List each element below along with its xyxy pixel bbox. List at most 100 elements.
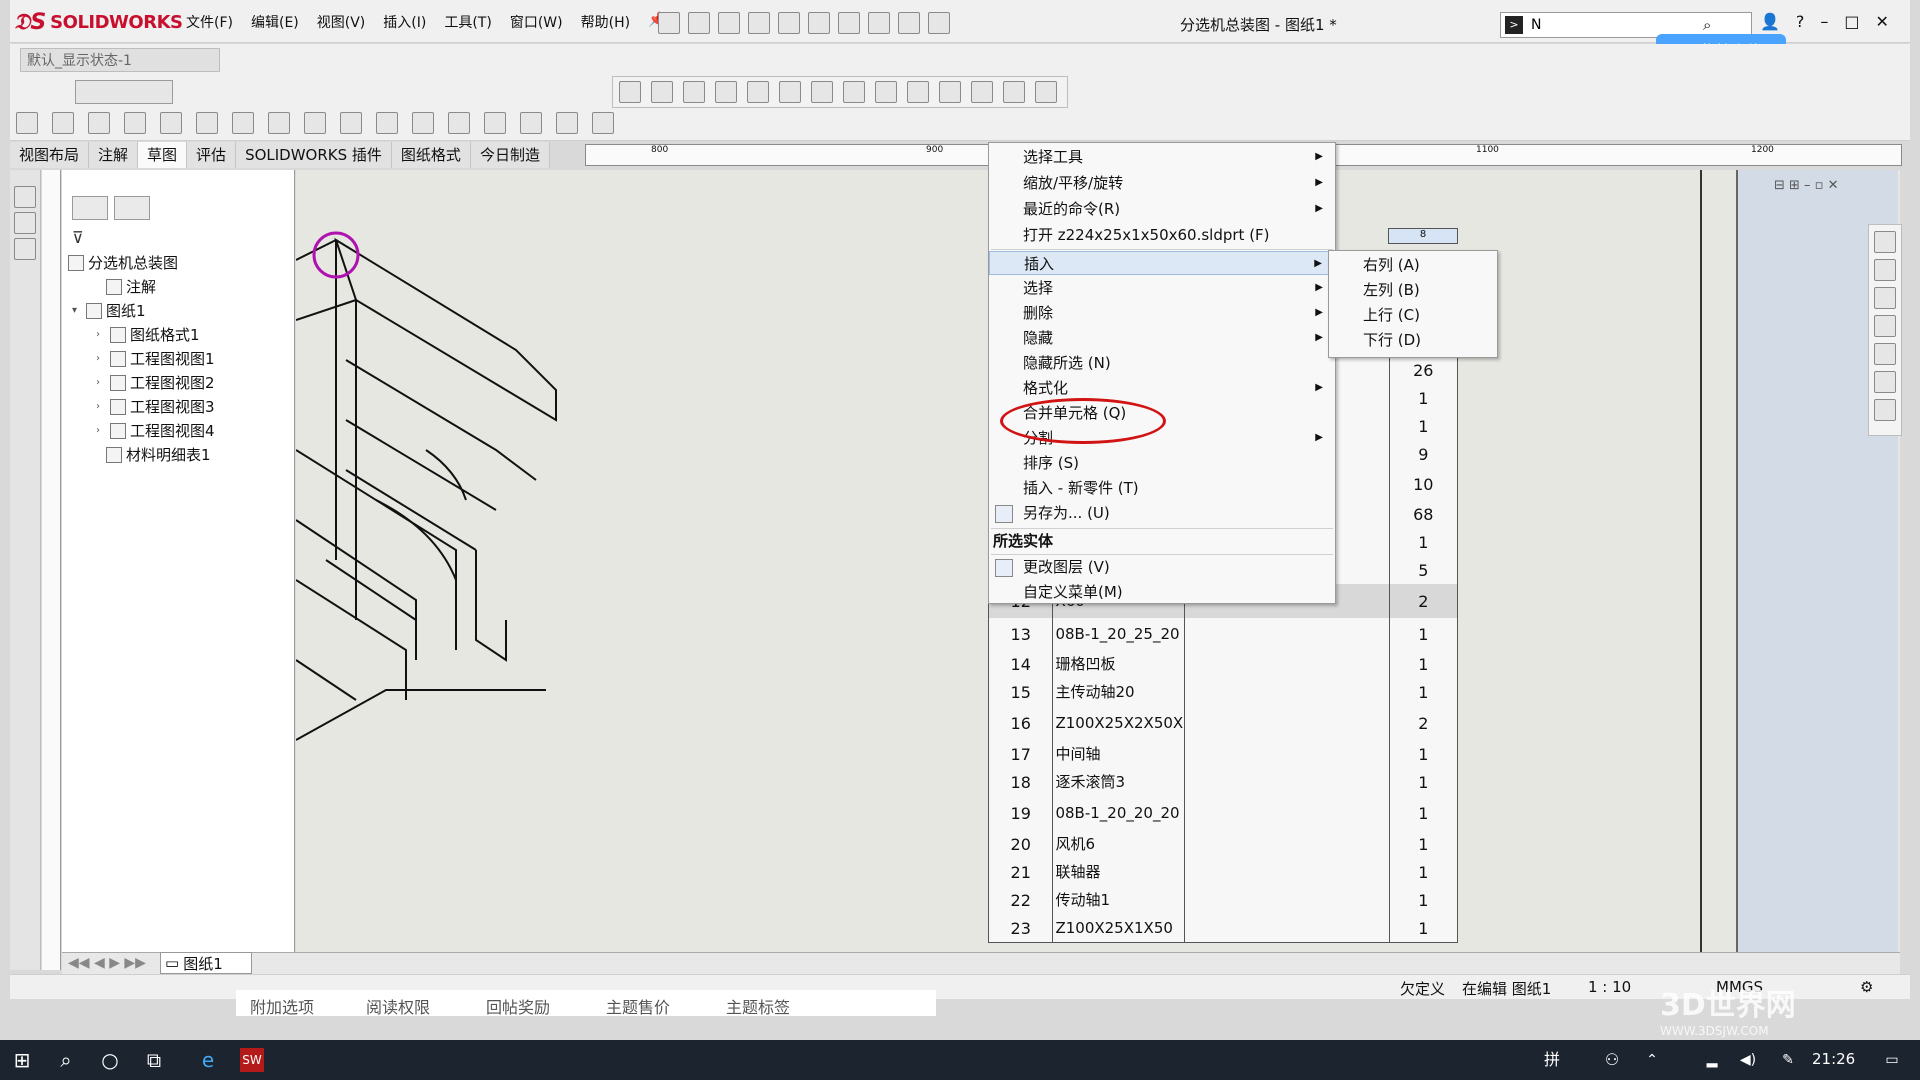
menu-item-insert[interactable]: 插入 ▶ [989, 251, 1335, 275]
pen-icon[interactable]: ✎ [1776, 1048, 1800, 1072]
mirror-icon[interactable] [484, 112, 506, 134]
file-properties-icon[interactable] [898, 12, 920, 34]
chevron-right-icon[interactable]: › [96, 353, 106, 364]
table-row[interactable]: 21 联轴器 1 [988, 858, 1459, 887]
cortana-icon[interactable]: ○ [98, 1048, 122, 1072]
item-no-cell[interactable]: 18 [988, 768, 1054, 796]
edit-sketch-icon[interactable] [14, 186, 36, 208]
break-view-icon[interactable] [875, 81, 897, 103]
close-icon[interactable]: ✕ [1876, 12, 1889, 31]
tab-make[interactable]: 今日制造 [470, 142, 550, 168]
qty-cell[interactable]: 26 [1390, 356, 1459, 384]
model-view-icon[interactable] [619, 81, 641, 103]
chevron-right-icon[interactable]: › [96, 377, 106, 388]
item-no-cell[interactable]: 21 [988, 858, 1054, 886]
menu-item-customize-menu[interactable]: 自定义菜单(M) [989, 580, 1335, 604]
taskbar-clock[interactable]: 21:26 [1812, 1050, 1855, 1068]
menu-item-select[interactable]: 选择 ▶ [989, 276, 1335, 300]
solidworks-taskbar-icon[interactable]: SW [240, 1048, 264, 1072]
task-view-icon[interactable]: ⧉ [142, 1048, 166, 1072]
table-row[interactable]: 15 主传动轴20 1 [988, 678, 1459, 707]
rectangle-icon[interactable] [88, 112, 110, 134]
item-no-cell[interactable]: 19 [988, 796, 1054, 830]
open-icon[interactable] [718, 12, 740, 34]
pattern-icon[interactable] [520, 112, 542, 134]
display-state-dropdown[interactable]: 默认_显示状态-1 [20, 48, 220, 72]
menu-item-save-as[interactable]: 另存为... (U) [989, 501, 1335, 525]
tree-item-view2[interactable]: › 工程图视图2 [96, 372, 215, 393]
qty-cell[interactable]: 1 [1390, 412, 1459, 440]
table-row[interactable]: 22 传动轴1 1 [988, 886, 1459, 915]
qty-cell[interactable]: 68 [1390, 500, 1459, 528]
save-icon[interactable] [748, 12, 770, 34]
custom-properties-icon[interactable] [1874, 371, 1896, 393]
submenu-item-column-left[interactable]: 左列 (B) [1329, 278, 1497, 302]
qty-cell[interactable]: 1 [1390, 858, 1459, 886]
solidworks-logo[interactable]: 𝔇S SOLIDWORKS [14, 8, 183, 36]
qty-cell[interactable]: 1 [1390, 618, 1459, 650]
part-name-cell[interactable]: 珊格凹板 [1053, 650, 1186, 678]
menu-item-formatting[interactable]: 格式化 ▶ [989, 376, 1335, 400]
offset-icon[interactable] [448, 112, 470, 134]
item-no-cell[interactable]: 22 [988, 886, 1054, 914]
item-no-cell[interactable]: 14 [988, 650, 1054, 678]
part-name-cell[interactable]: 风机6 [1053, 830, 1186, 858]
menu-view[interactable]: 视图(V) [317, 12, 366, 32]
part-name-cell[interactable]: 主传动轴20 [1053, 678, 1186, 706]
part-name-cell[interactable]: 联轴器 [1053, 858, 1186, 886]
polygon-icon[interactable] [232, 112, 254, 134]
tree-root[interactable]: 分选机总装图 [68, 252, 178, 273]
home-icon[interactable] [658, 12, 680, 34]
qty-cell[interactable]: 1 [1390, 528, 1459, 556]
new-document-icon[interactable] [688, 12, 710, 34]
table-row[interactable]: 19 08B-1_20_20_20 1 [988, 796, 1459, 831]
tab-evaluate[interactable]: 评估 [187, 142, 237, 168]
bom-header-cell[interactable]: 8 [1388, 228, 1458, 244]
item-no-cell[interactable]: 20 [988, 830, 1054, 858]
menu-tools[interactable]: 工具(T) [444, 12, 491, 32]
arc-icon[interactable] [196, 112, 218, 134]
publish-icon[interactable] [1035, 81, 1057, 103]
web-tab[interactable]: 主题售价 [606, 994, 670, 1018]
home-task-icon[interactable] [1874, 231, 1896, 253]
circle-icon[interactable] [160, 112, 182, 134]
menu-item-sort[interactable]: 排序 (S) [989, 451, 1335, 475]
chevron-right-icon[interactable]: › [96, 425, 106, 436]
move-entities-icon[interactable] [556, 112, 578, 134]
tree-item-annotations[interactable]: 注解 [92, 276, 156, 297]
tab-sketch[interactable]: 草图 [138, 142, 188, 168]
qty-cell[interactable]: 1 [1390, 886, 1459, 914]
select-pointer-icon[interactable] [838, 12, 860, 34]
tab-sheet-format[interactable]: 图纸格式 [391, 142, 471, 168]
qty-cell[interactable]: 10 [1390, 468, 1459, 500]
qty-cell[interactable]: 2 [1390, 584, 1459, 618]
chevron-right-icon[interactable]: › [96, 401, 106, 412]
filter-icon[interactable]: ⊽ [72, 228, 84, 247]
people-icon[interactable]: ⚇ [1600, 1048, 1624, 1072]
section-view-icon[interactable] [715, 81, 737, 103]
search-icon[interactable]: ⌕ [54, 1048, 78, 1072]
qty-cell[interactable]: 1 [1390, 678, 1459, 706]
tab-annotation[interactable]: 注解 [89, 142, 139, 168]
qty-cell[interactable]: 1 [1390, 768, 1459, 796]
tree-item-view3[interactable]: › 工程图视图3 [96, 396, 215, 417]
table-row[interactable]: 16Z100X25X2X50X50 2 [988, 706, 1459, 741]
tray-chevron-icon[interactable]: ⌃ [1640, 1048, 1664, 1072]
minimize-icon[interactable]: – [1820, 12, 1828, 31]
rebuild-icon[interactable] [868, 12, 890, 34]
layer-dropdown[interactable] [75, 80, 173, 104]
table-icon[interactable] [907, 81, 929, 103]
menu-item-recent-commands[interactable]: 最近的命令(R) ▶ [989, 197, 1335, 221]
qty-cell[interactable]: 2 [1390, 706, 1459, 740]
network-icon[interactable]: ▂ [1700, 1048, 1724, 1072]
windows-start-icon[interactable]: ⊞ [10, 1048, 34, 1072]
menu-item-zoom-pan-rotate[interactable]: 缩放/平移/旋转 ▶ [989, 171, 1335, 195]
search-input[interactable] [1529, 16, 1703, 34]
tab-addins[interactable]: SOLIDWORKS 插件 [236, 142, 392, 168]
feature-tree-tab[interactable] [72, 196, 108, 220]
tree-item-bom[interactable]: 材料明细表1 [92, 444, 211, 465]
submenu-item-row-below[interactable]: 下行 (D) [1329, 328, 1497, 352]
print-preview-icon[interactable] [1003, 81, 1025, 103]
qty-cell[interactable]: 1 [1390, 384, 1459, 412]
menu-item-hide-selected[interactable]: 隐藏所选 (N) [989, 351, 1335, 375]
